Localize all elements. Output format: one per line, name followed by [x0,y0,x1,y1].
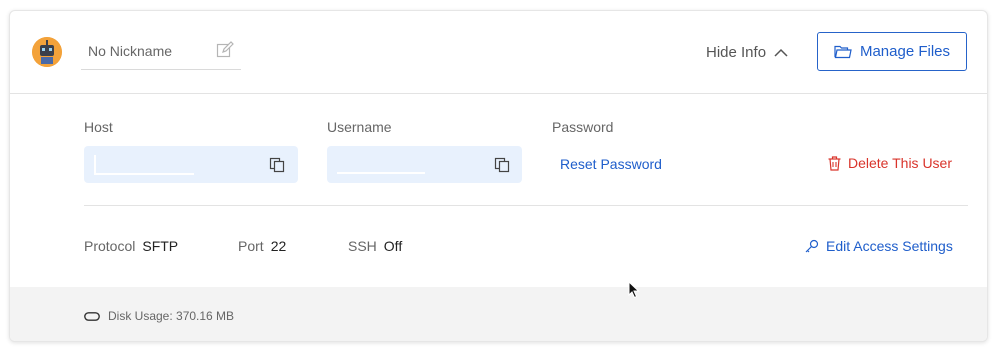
protocol-value: SFTP [142,238,179,254]
user-avatar [32,37,62,67]
host-value-mask [94,155,96,175]
edit-access-label: Edit Access Settings [826,238,953,254]
section-divider [84,205,968,206]
host-label: Host [84,119,113,135]
host-field[interactable] [84,146,298,183]
port-info: Port 22 [238,238,286,254]
copy-icon[interactable] [269,157,285,173]
mouse-cursor-icon [628,281,640,299]
disk-usage: Disk Usage: 370.16 MB [84,309,234,323]
robot-avatar-icon [32,37,62,67]
username-label: Username [327,119,392,135]
trash-icon [828,155,841,171]
reset-password-link[interactable]: Reset Password [560,156,662,172]
hide-info-toggle[interactable]: Hide Info [706,44,788,61]
ssh-info: SSH Off [348,238,402,254]
protocol-label: Protocol [84,238,136,254]
hide-info-label: Hide Info [706,44,767,61]
edit-icon[interactable] [216,41,234,59]
manage-files-label: Manage Files [859,43,951,60]
edit-access-settings-link[interactable]: Edit Access Settings [805,238,953,254]
nickname-text: No Nickname [88,43,173,59]
header-divider [10,93,987,94]
password-label: Password [552,119,614,135]
username-value-mask [337,172,425,174]
delete-user-label: Delete This User [848,155,953,171]
disk-icon [84,311,100,321]
manage-files-button[interactable]: Manage Files [817,32,967,71]
host-value-mask [94,173,194,175]
key-icon [805,239,819,253]
ssh-label: SSH [348,238,377,254]
nickname-field[interactable]: No Nickname [81,35,241,70]
port-label: Port [238,238,264,254]
username-field[interactable] [327,146,522,183]
delete-user-link[interactable]: Delete This User [828,155,952,171]
copy-icon[interactable] [494,157,510,173]
chevron-up-icon [774,48,788,57]
sftp-user-card: No Nickname Hide Info Manage Files Host … [9,10,988,342]
card-footer: Disk Usage: 370.16 MB [10,287,987,341]
ssh-value: Off [383,238,403,254]
folder-icon [834,45,852,59]
protocol-info: Protocol SFTP [84,238,178,254]
port-value: 22 [270,238,287,254]
disk-usage-text: Disk Usage: 370.16 MB [108,309,235,323]
